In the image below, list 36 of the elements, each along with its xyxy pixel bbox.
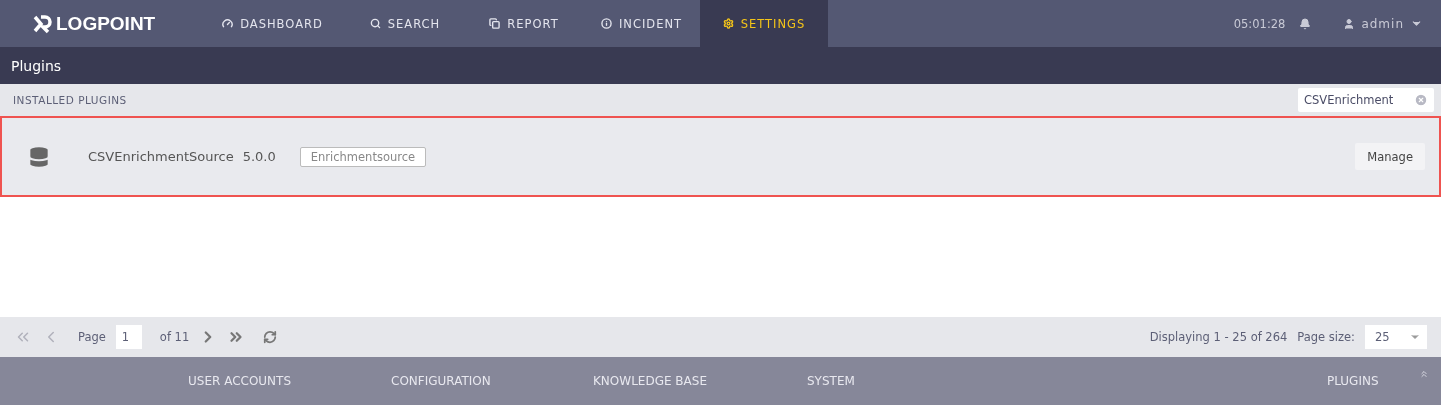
refresh-icon[interactable]	[263, 330, 278, 344]
footer-nav-item[interactable]: KNOWLEDGE BASE	[593, 374, 807, 388]
page-count: of 11	[159, 330, 190, 344]
section-title: INSTALLED PLUGINS	[13, 94, 127, 106]
search-field[interactable]: CSVEnrichment	[1298, 88, 1434, 112]
report-icon	[489, 18, 501, 29]
search-icon	[369, 18, 381, 29]
bell-icon[interactable]	[1299, 17, 1312, 30]
page-size-label: Page size:	[1297, 330, 1355, 344]
page-size-select[interactable]: 25	[1365, 325, 1427, 349]
user-menu[interactable]: admin	[1343, 16, 1423, 31]
info-icon	[600, 18, 612, 29]
logo-icon	[32, 13, 52, 34]
page-input[interactable]: 1	[115, 325, 142, 349]
page-label: Page	[78, 330, 106, 344]
clock-time: 05:01:28	[1233, 16, 1286, 31]
gauge-icon	[222, 18, 234, 29]
nav-tab[interactable]: REPORT	[465, 0, 583, 47]
nav-tab[interactable]: DASHBOARD	[200, 0, 345, 47]
plugin-name: CSVEnrichmentSource	[88, 149, 234, 164]
nav-tab[interactable]: SETTINGS	[700, 0, 828, 47]
plugin-version: 5.0.0	[242, 149, 276, 164]
display-count: Displaying 1 - 25 of 264	[1149, 330, 1288, 344]
page-title: Plugins	[11, 57, 62, 74]
footer-nav-item[interactable]: CONFIGURATION	[391, 374, 593, 388]
footer-nav-item[interactable]: USER ACCOUNTS	[188, 374, 391, 388]
footer-nav-item[interactable]: SYSTEM	[807, 374, 907, 388]
nav-tab[interactable]: SEARCH	[345, 0, 465, 47]
footer-nav-item[interactable]: PLUGINS	[1327, 374, 1419, 388]
logo-text: LOGPOINT	[56, 12, 156, 35]
nav-tab[interactable]: INCIDENT	[583, 0, 700, 47]
user-icon	[1343, 17, 1356, 30]
plugin-tag: Enrichmentsource	[299, 146, 427, 167]
settings-icon	[722, 18, 734, 29]
manage-button[interactable]: Manage	[1355, 143, 1425, 170]
clear-icon[interactable]	[1414, 93, 1428, 107]
